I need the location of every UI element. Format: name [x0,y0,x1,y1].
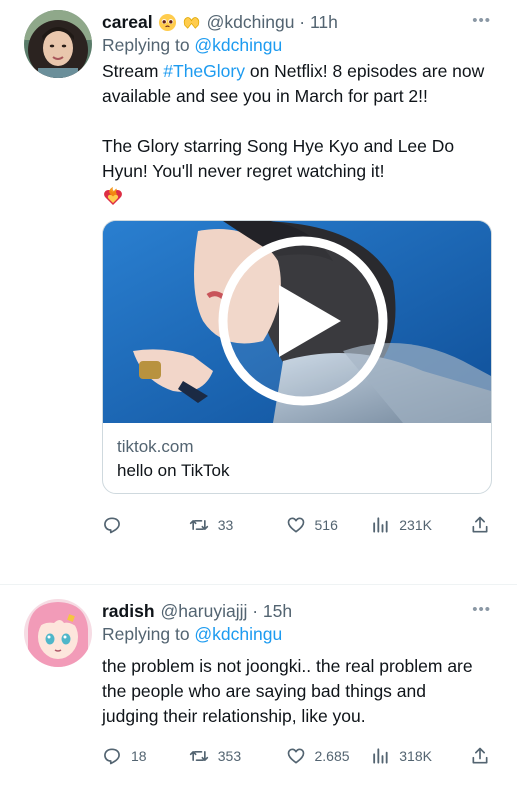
share-icon [472,747,488,764]
views-count: 318K [399,748,432,764]
tweet-careal[interactable]: careal @kdchingu · 11h Replying to @kdch… [0,0,517,582]
tweet-actions: 18 353 2.685 318K [102,733,490,779]
heart-icon [287,517,304,533]
like-button[interactable]: 516 [286,515,371,535]
views-button[interactable]: 231K [370,515,470,535]
author-handle[interactable]: @haruyiajjj · 15h [161,600,293,622]
retweet-button[interactable]: 353 [189,746,286,766]
author-name[interactable]: radish [102,600,155,622]
views-count: 231K [399,517,432,533]
author-handle[interactable]: @kdchingu · 11h [207,11,338,33]
retweet-button[interactable]: 33 [189,515,286,535]
author-name[interactable]: careal [102,11,153,33]
heart-on-fire-emoji-icon [104,187,122,205]
retweet-icon [189,751,208,761]
reply-icon [104,517,120,534]
avatar-careal[interactable] [24,10,92,78]
like-button[interactable]: 2.685 [286,746,371,766]
like-count: 2.685 [314,748,350,764]
reply-count: 18 [131,748,147,764]
replying-to-label: Replying to [102,35,195,55]
replying-to-label: Replying to [102,624,195,644]
reply-icon [104,748,120,765]
reply-button[interactable]: 18 [102,746,189,766]
retweet-count: 33 [217,517,234,533]
retweet-count: 353 [217,748,242,764]
heart-icon [287,748,304,764]
tweet-actions: 33 516 231K [102,502,490,548]
reply-button[interactable] [102,515,189,535]
card-video-thumbnail[interactable] [103,221,491,423]
avatar-radish[interactable] [24,599,92,667]
like-count: 516 [314,517,338,533]
play-icon[interactable] [218,236,388,406]
retweet-icon [189,520,208,530]
views-button[interactable]: 318K [370,746,470,766]
share-button[interactable] [470,746,490,766]
card-domain: tiktok.com [117,437,194,456]
tweet-radish[interactable]: radish @haruyiajjj · 15h Replying to @kd… [0,585,517,779]
tweet-text-start: Stream [102,61,164,81]
tweet-text: the problem is not joongki.. the real pr… [102,656,473,726]
hashtag-link[interactable]: #TheGlory [163,61,245,81]
replying-to-mention[interactable]: @kdchingu [194,624,282,644]
share-icon [472,516,488,533]
link-card[interactable]: tiktok.com hello on TikTok [102,220,492,494]
more-options-icon[interactable]: ••• [472,601,491,618]
tweet-text: Stream #TheGlory on Netflix! 8 episodes … [102,59,487,184]
views-icon [373,748,388,764]
video-thumbnail-image [103,221,491,423]
replying-to-line: Replying to @kdchingu [102,33,487,57]
replying-to-mention[interactable]: @kdchingu [194,35,282,55]
more-options-icon[interactable]: ••• [472,12,491,29]
replying-to-line: Replying to @kdchingu [102,622,487,646]
heart-on-fire-emoji: ❤️‍🔥 [102,186,487,208]
pleading-face-emoji-icon [158,13,176,31]
views-icon [373,517,388,533]
heart-hands-emoji-icon [183,16,199,29]
card-title: hello on TikTok [117,461,230,480]
share-button[interactable] [470,515,490,535]
